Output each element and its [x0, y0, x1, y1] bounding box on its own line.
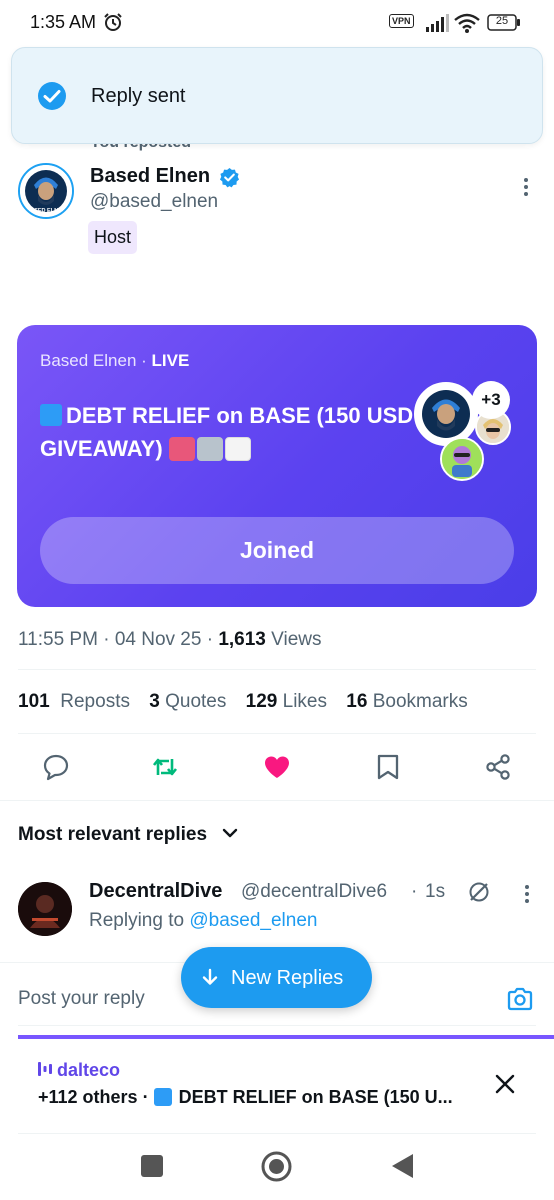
heart-icon[interactable] [263, 753, 291, 781]
recents-button[interactable] [141, 1155, 163, 1177]
speaker-avatar-image [417, 385, 475, 443]
verified-badge-icon [219, 167, 240, 188]
system-nav-bar [0, 1135, 554, 1200]
space-host-line: Based Elnen · LIVE [40, 351, 189, 371]
share-icon[interactable] [484, 753, 512, 781]
reply-avatar[interactable] [18, 882, 72, 936]
reply-author-name[interactable]: DecentralDive [89, 880, 222, 903]
alarm-icon [104, 13, 122, 31]
author-name[interactable]: Based Elnen [90, 165, 210, 188]
dock-space-title: DEBT RELIEF on BASE (150 U... [178, 1087, 453, 1107]
status-bar: 1:35 AM VPN 25 [0, 0, 554, 44]
reply-input[interactable]: Post your reply [18, 988, 145, 1010]
divider [0, 800, 554, 801]
divider [18, 669, 536, 670]
post-date: 04 Nov 25 [114, 629, 202, 650]
stat-quotes[interactable]: 3 Quotes [149, 691, 226, 712]
bookmarks-count: 16 [346, 691, 368, 712]
blue-square-emoji-icon [153, 1088, 172, 1106]
spaces-dock[interactable]: dalteco +112 others · DEBT RELIEF on BAS… [0, 1039, 554, 1134]
check-circle-icon [38, 82, 66, 110]
likes-label: Likes [282, 691, 327, 712]
audio-bars-icon [38, 1062, 52, 1076]
reply-separator: · [411, 881, 418, 902]
avatar-image: BASED ELNEN [20, 165, 72, 217]
joined-button[interactable]: Joined [40, 517, 514, 584]
extra-speakers-count: +3 [472, 381, 510, 419]
likes-count: 129 [245, 691, 278, 712]
close-icon[interactable] [493, 1072, 517, 1096]
stat-bookmarks[interactable]: 16 Bookmarks [346, 691, 467, 712]
speaker-avatar-3-image [442, 439, 482, 479]
tv-emoji-icon [168, 437, 195, 461]
reply-icon[interactable] [42, 753, 70, 781]
host-role-badge: Host [88, 221, 138, 254]
quotes-label: Quotes [165, 691, 227, 712]
speaker-avatar-host [414, 382, 478, 446]
meta-separator: · [97, 629, 115, 650]
robot-emoji-icon [196, 437, 223, 461]
divider [18, 733, 536, 734]
battery-level: 25 [495, 15, 509, 27]
speaker-avatar-3 [440, 437, 484, 481]
signal-icon [426, 14, 449, 32]
grok-slash-icon[interactable] [467, 880, 491, 904]
new-replies-button[interactable]: New Replies [181, 947, 372, 1008]
stat-likes[interactable]: 129 Likes [246, 691, 327, 712]
stat-reposts[interactable]: 101 Reposts [18, 691, 130, 712]
quotes-count: 3 [149, 691, 160, 712]
live-label: LIVE [151, 351, 190, 370]
author-handle[interactable]: @based_elnen [90, 191, 218, 213]
views-label: Views [265, 629, 322, 650]
replying-to-line: Replying to @based_elnen [89, 910, 317, 932]
reply-more-options-icon[interactable] [518, 883, 536, 905]
wifi-icon [454, 13, 480, 33]
status-time: 1:35 AM [30, 12, 97, 32]
reply-avatar-image [18, 882, 72, 936]
meta-separator: · [201, 629, 219, 650]
reply-time: 1s [425, 881, 446, 902]
divider [18, 1133, 536, 1134]
repost-icon[interactable] [151, 753, 179, 781]
space-card[interactable]: Based Elnen · LIVE DEBT RELIEF on BASE (… [17, 325, 537, 607]
dock-others-count: +112 others · [38, 1087, 154, 1107]
post-time: 11:55 PM [18, 629, 98, 650]
reposts-label: Reposts [60, 691, 130, 712]
views-count[interactable]: 1,613 [218, 629, 266, 650]
blue-square-emoji-icon [40, 404, 62, 426]
toast-message: Reply sent [91, 85, 186, 107]
home-button[interactable] [261, 1151, 292, 1182]
replying-to-link[interactable]: @based_elnen [189, 910, 317, 931]
space-title: DEBT RELIEF on BASE (150 USD GIVEAWAY) [40, 399, 415, 465]
dock-speaker-name: dalteco [57, 1060, 121, 1080]
space-host-name: Based Elnen · [40, 351, 147, 370]
dock-space-line: +112 others · DEBT RELIEF on BASE (150 U… [38, 1087, 453, 1108]
reply-author-handle[interactable]: @decentralDive6 [241, 881, 387, 903]
arrow-down-icon [202, 968, 218, 985]
svg-text:BASED ELNEN: BASED ELNEN [26, 208, 65, 214]
post-meta: 11:55 PM · 04 Nov 25 · 1,613 Views [18, 629, 322, 651]
replying-prefix: Replying to [89, 910, 190, 931]
vpn-badge: VPN [389, 14, 414, 28]
reply-sent-toast: Reply sent [11, 47, 543, 144]
replies-sort-label[interactable]: Most relevant replies [18, 824, 207, 846]
bookmark-icon[interactable] [374, 753, 402, 781]
reposts-count: 101 [18, 691, 50, 712]
more-options-icon[interactable] [516, 176, 536, 198]
engagement-stats: 101 Reposts 3 Quotes 129 Likes 16 Bookma… [18, 691, 482, 713]
author-avatar[interactable]: BASED ELNEN [18, 163, 74, 219]
new-replies-label: New Replies [231, 967, 344, 989]
chevron-down-icon[interactable] [221, 824, 239, 842]
bookmarks-label: Bookmarks [372, 691, 468, 712]
divider [18, 1025, 536, 1026]
chart-emoji-icon [224, 437, 251, 461]
back-button[interactable] [389, 1152, 415, 1180]
camera-icon[interactable] [506, 985, 534, 1013]
